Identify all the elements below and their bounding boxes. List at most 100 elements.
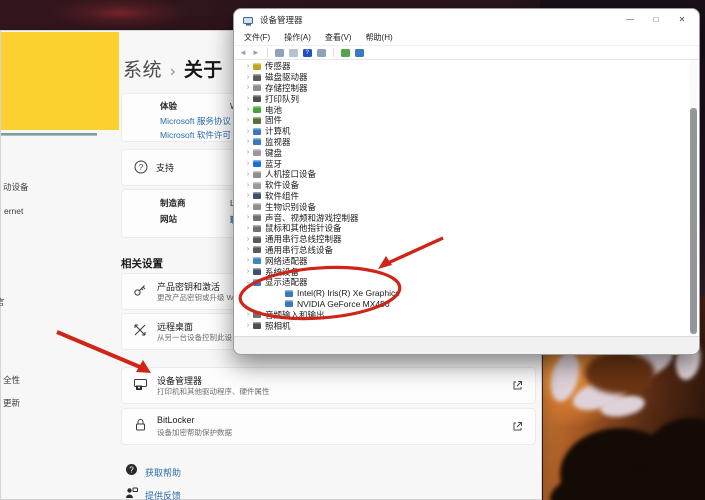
chevron-right-icon[interactable]: › [244, 63, 252, 70]
tree-item[interactable]: › 软件设备 [234, 180, 692, 191]
breadcrumb-parent[interactable]: 系统 [123, 60, 162, 81]
tree-item[interactable]: › 传感器 [234, 61, 692, 72]
bitlocker-icon [133, 418, 149, 434]
chevron-right-icon[interactable]: › [244, 236, 252, 243]
experience-label: 体验 [160, 101, 178, 111]
services-agreement-link[interactable]: Microsoft 服务协议 [160, 115, 231, 127]
chevron-right-icon[interactable]: › [244, 106, 252, 113]
chevron-right-icon[interactable]: › [244, 257, 252, 264]
chevron-down-icon[interactable]: › [245, 278, 252, 286]
tree-item[interactable]: › 声音、视频和游戏控制器 [234, 212, 692, 223]
chevron-right-icon[interactable]: › [244, 225, 252, 232]
minimize-button[interactable]: — [617, 9, 643, 30]
chevron-right-icon[interactable]: › [244, 84, 252, 91]
scrollbar-thumb[interactable] [690, 108, 697, 334]
sidebar-item-fragment[interactable]: ernet [4, 206, 23, 216]
device-category-icon [253, 149, 261, 157]
close-button[interactable]: ✕ [669, 9, 695, 30]
tree-item[interactable]: › 计算机 [234, 126, 692, 137]
tree-item[interactable]: Intel(R) Iris(R) Xe Graphics [234, 288, 692, 299]
tree-item[interactable]: › 磁盘驱动器 [234, 72, 692, 83]
menu-帮助(H)[interactable]: 帮助(H) [366, 32, 393, 43]
breadcrumb: 系统 › 关于 [123, 55, 223, 82]
chevron-right-icon[interactable]: › [244, 160, 252, 167]
tree-item[interactable]: › 软件组件 [234, 191, 692, 202]
tree-item[interactable]: › 通用串行总线控制器 [234, 234, 692, 245]
tree-item-label: NVIDIA GeForce MX450 [297, 298, 390, 309]
tree-item[interactable]: › 网络适配器 [234, 255, 692, 266]
tree-item[interactable]: › 照相机 [234, 320, 692, 331]
card-BitLocker[interactable]: BitLocker 设备加密帮助保护数据 [121, 408, 536, 445]
chevron-right-icon[interactable]: › [244, 268, 252, 275]
chevron-right-icon[interactable]: › [244, 95, 252, 102]
tree-item[interactable]: › 人机接口设备 [234, 169, 692, 180]
feedback-icon [125, 486, 138, 500]
chevron-right-icon[interactable]: › [244, 246, 252, 253]
sidebar-item-fragment[interactable]: 动设备 [3, 181, 29, 193]
chevron-right-icon[interactable]: › [244, 203, 252, 210]
device-category-icon [253, 106, 261, 114]
tree-item[interactable]: › 音频输入和输出 [234, 309, 692, 320]
sidebar-item-fragment[interactable]: 更新 [3, 397, 20, 409]
tree-item[interactable]: › 蓝牙 [234, 158, 692, 169]
scan-hardware-icon[interactable] [340, 48, 350, 57]
forward-icon[interactable]: ► [252, 48, 260, 58]
status-bar [234, 336, 699, 354]
device-manager-app-icon [243, 14, 254, 26]
tree-item[interactable]: › 打印队列 [234, 93, 692, 104]
title-bar[interactable]: 设备管理器 — □ ✕ [234, 9, 699, 30]
devices-icon[interactable] [316, 48, 326, 57]
tree-item[interactable]: › 监视器 [234, 137, 692, 148]
toolbar-separator [332, 48, 334, 57]
maximize-button[interactable]: □ [643, 9, 669, 30]
device-manager-window: 设备管理器 — □ ✕ 文件(F) 操作(A) 查看(V) 帮助(H) ◄ ►? › 传感器 ›… [233, 8, 700, 355]
software-license-link[interactable]: Microsoft 软件许可 [160, 129, 231, 141]
tree-item[interactable]: › 生物识别设备 [234, 201, 692, 212]
menu-操作(A)[interactable]: 操作(A) [284, 32, 311, 43]
update-driver-icon[interactable] [354, 48, 364, 57]
card-subtitle: 打印机和其他驱动程序、硬件属性 [157, 387, 270, 396]
scrollbar[interactable] [690, 60, 697, 334]
help-icon[interactable]: ? [302, 48, 312, 57]
device-category-icon [285, 289, 293, 297]
sidebar-item-fragment[interactable]: 全性 [3, 374, 20, 386]
chevron-right-icon[interactable]: › [244, 171, 252, 178]
tree-item[interactable]: › 显示适配器 [234, 277, 692, 288]
menu-文件(F)[interactable]: 文件(F) [244, 32, 270, 43]
chevron-right-icon[interactable]: › [244, 74, 252, 81]
link-获取帮助[interactable]: ? 获取帮助 [125, 464, 181, 479]
device-category-icon [253, 224, 261, 232]
tree-item[interactable]: › 键盘 [234, 147, 692, 158]
chevron-right-icon[interactable]: › [244, 138, 252, 145]
question-icon: ? [134, 160, 150, 176]
sidebar-item-fragment[interactable]: 言 [0, 296, 5, 308]
censor-block [1, 32, 119, 130]
tree-item[interactable]: NVIDIA GeForce MX450 [234, 299, 692, 310]
device-category-icon [253, 192, 261, 200]
screen: 系统›关于 动设备ernet言全性更新 体验 W Microsoft 服务协议 … [0, 0, 705, 500]
chevron-right-icon[interactable]: › [244, 311, 252, 318]
device-category-icon [253, 278, 261, 286]
chevron-right-icon[interactable]: › [244, 192, 252, 199]
console-tree-icon[interactable] [274, 48, 284, 57]
tree-item[interactable]: › 固件 [234, 115, 692, 126]
back-icon[interactable]: ◄ [239, 48, 247, 58]
link-提供反馈[interactable]: 提供反馈 [125, 486, 181, 500]
chevron-right-icon[interactable]: › [244, 322, 252, 329]
tree-item[interactable]: › 系统设备 [234, 266, 692, 277]
menu-查看(V)[interactable]: 查看(V) [325, 32, 352, 43]
properties-icon[interactable] [288, 48, 298, 57]
tree-item[interactable]: › 鼠标和其他指针设备 [234, 223, 692, 234]
chevron-right-icon[interactable]: › [244, 117, 252, 124]
tree-item[interactable]: › 电池 [234, 104, 692, 115]
chevron-right-icon[interactable]: › [244, 182, 252, 189]
device-category-icon [253, 116, 261, 124]
chevron-right-icon[interactable]: › [244, 149, 252, 156]
device-category-icon [253, 62, 261, 70]
tree-item[interactable]: › 存储控制器 [234, 83, 692, 94]
chevron-right-icon[interactable]: › [244, 214, 252, 221]
device-category-icon [253, 84, 261, 92]
card-设备管理器[interactable]: 设备管理器 打印机和其他驱动程序、硬件属性 [121, 367, 536, 404]
tree-item[interactable]: › 通用串行总线设备 [234, 245, 692, 256]
chevron-right-icon[interactable]: › [244, 128, 252, 135]
